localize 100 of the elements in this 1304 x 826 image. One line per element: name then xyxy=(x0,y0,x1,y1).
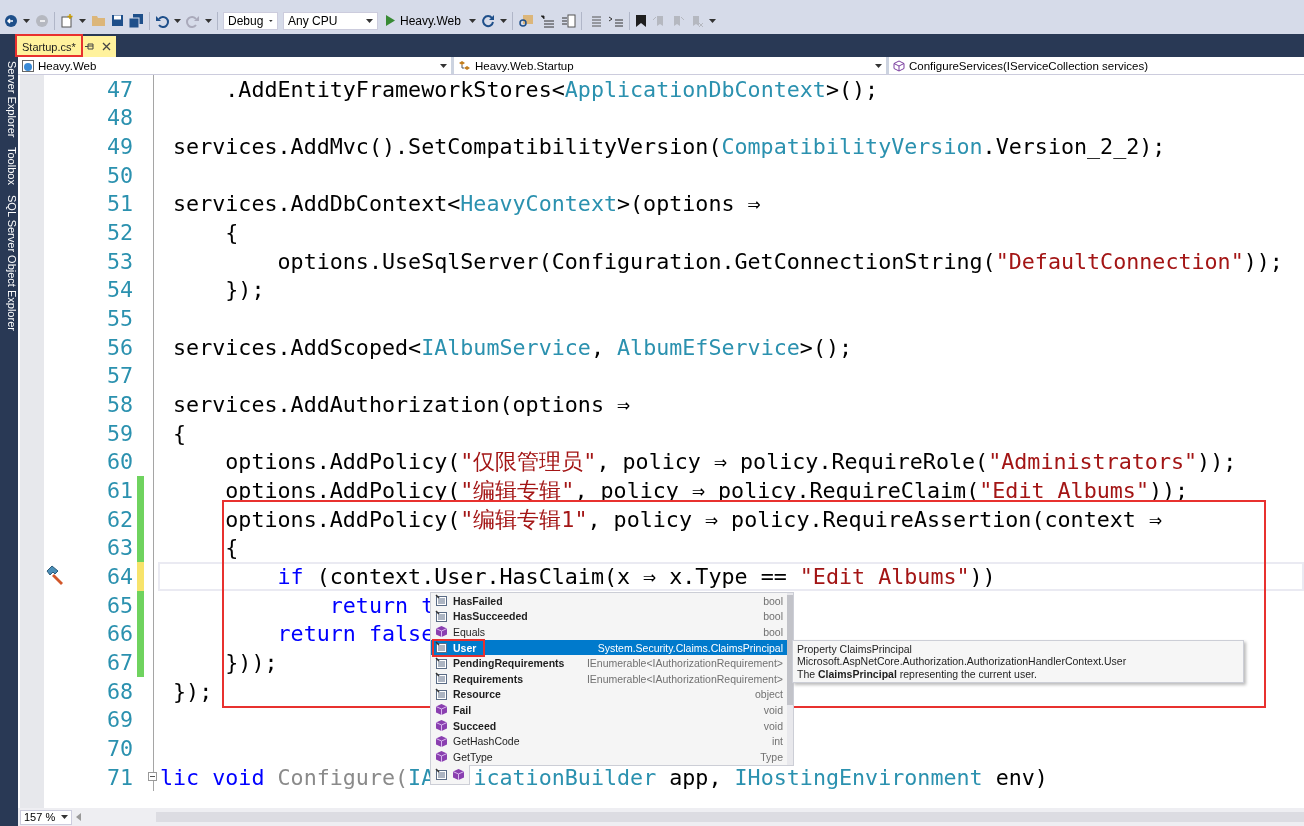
scroll-left-icon[interactable] xyxy=(76,813,82,821)
caret-icon xyxy=(875,63,882,68)
property-icon xyxy=(435,687,448,701)
line-number: 64 xyxy=(105,564,133,589)
completion-item[interactable]: User System.Security.Claims.ClaimsPrincipal xyxy=(431,639,787,656)
completion-item[interactable]: GetHashCode int xyxy=(431,733,787,749)
refresh-icon[interactable] xyxy=(480,13,495,28)
line-number: 71 xyxy=(105,764,133,790)
type-dropdown[interactable]: Heavy.Web.Startup xyxy=(454,57,889,74)
cube-icon xyxy=(435,734,448,748)
line-number: 57 xyxy=(105,363,133,389)
line-number: 54 xyxy=(105,277,133,303)
line-number: 51 xyxy=(105,191,133,217)
line-number: 66 xyxy=(105,621,133,647)
property-icon xyxy=(435,609,448,623)
platform-dropdown[interactable]: Any CPU xyxy=(283,11,378,30)
line-number: 65 xyxy=(105,592,133,618)
code-line: }); xyxy=(172,678,213,704)
close-icon[interactable] xyxy=(101,42,111,51)
completion-item[interactable]: PendingRequirements IEnumerable<IAuthorizationRequirement> xyxy=(431,655,787,671)
indent-icon[interactable] xyxy=(538,13,555,28)
code-line: services.AddAuthorization(options ⇒ xyxy=(172,392,631,418)
code-line: options.AddPolicy("仅限管理员", policy ⇒ policy.RequireRole("Administrators")); xyxy=(224,448,1237,477)
line-number: 68 xyxy=(105,678,133,704)
start-button[interactable]: Heavy.Web xyxy=(383,13,464,28)
completion-item[interactable]: Equals bool xyxy=(431,624,787,640)
line-number: 61 xyxy=(105,478,133,503)
caret-icon xyxy=(499,18,507,23)
code-line: icationBuilder app, IHostingEnvironment env) xyxy=(473,764,1048,790)
completion-item[interactable]: Resource object xyxy=(431,686,787,703)
property-icon xyxy=(435,767,448,781)
property-icon xyxy=(435,672,448,686)
line-number: 70 xyxy=(105,735,133,761)
tooltip-description: The ClaimsPrincipal representing the current user. xyxy=(797,668,1038,680)
line-number: 62 xyxy=(105,506,133,532)
code-line: .AddEntityFrameworkStores<ApplicationDbContext>(); xyxy=(224,76,879,102)
cube-icon xyxy=(452,767,465,781)
code-line: { xyxy=(172,420,187,446)
undo-icon[interactable] xyxy=(155,13,169,28)
line-number: 56 xyxy=(105,334,133,360)
completion-item[interactable]: HasFailed bool xyxy=(431,593,787,609)
code-line: }); xyxy=(224,277,265,303)
line-number: 69 xyxy=(105,707,133,733)
line-number: 55 xyxy=(105,306,133,332)
code-line: if (context.User.HasClaim(x ⇒ x.Type == "Edit Albums")) xyxy=(276,564,996,589)
line-number: 50 xyxy=(105,162,133,188)
line-number: 48 xyxy=(105,105,133,131)
code-line: options.AddPolicy("编辑专辑1", policy ⇒ policy.RequireAssertion(context ⇒ xyxy=(224,505,1162,534)
save-icon[interactable] xyxy=(111,14,124,27)
outdent-icon[interactable] xyxy=(559,13,576,28)
completion-item[interactable]: Requirements IEnumerable<IAuthorizationRequirement> xyxy=(431,670,787,687)
line-number: 49 xyxy=(105,134,133,160)
back-icon[interactable] xyxy=(4,13,18,28)
scrollbar[interactable] xyxy=(787,593,793,765)
caret-icon xyxy=(174,18,181,23)
find-icon[interactable] xyxy=(517,13,534,28)
cube-icon xyxy=(893,59,905,72)
code-line: { xyxy=(224,535,239,561)
line-number: 52 xyxy=(105,220,133,246)
code-line: })); xyxy=(224,649,278,675)
collapse-icon[interactable] xyxy=(148,771,157,781)
cube-icon xyxy=(435,625,448,639)
caret-icon xyxy=(366,18,373,23)
property-icon xyxy=(435,641,448,655)
caret-icon xyxy=(440,63,447,68)
cube-icon xyxy=(435,750,448,764)
completion-item[interactable]: Fail void xyxy=(431,702,787,718)
zoom-dropdown[interactable]: 157 % xyxy=(20,809,72,825)
play-icon xyxy=(386,15,395,26)
configuration-dropdown[interactable]: Debug xyxy=(223,11,278,30)
side-panel-tab[interactable]: SQL Server Object Explorer xyxy=(0,195,18,332)
line-number: 63 xyxy=(105,535,133,561)
cube-icon xyxy=(435,703,448,717)
line-number: 53 xyxy=(105,248,133,274)
code-line: options.UseSqlServer(Configuration.GetConnectionString("DefaultConnection")); xyxy=(276,248,1283,274)
completion-item[interactable]: HasSucceeded bool xyxy=(431,608,787,625)
caret-icon xyxy=(205,18,212,23)
caret-icon xyxy=(708,18,716,23)
caret-icon xyxy=(468,18,476,23)
side-panel-tab[interactable]: Toolbox xyxy=(0,147,18,186)
completion-item[interactable]: GetType Type xyxy=(431,748,787,765)
cube-icon xyxy=(435,719,448,733)
caret-icon xyxy=(23,18,30,23)
completion-item[interactable]: Succeed void xyxy=(431,717,787,734)
bookmark-icon[interactable] xyxy=(634,13,647,28)
hammer-icon[interactable] xyxy=(44,565,66,588)
document-tab[interactable]: Startup.cs* xyxy=(16,36,116,57)
line-number: 60 xyxy=(105,449,133,475)
property-icon xyxy=(435,656,448,670)
code-line: { xyxy=(224,220,239,246)
line-number: 59 xyxy=(105,420,133,446)
pin-icon[interactable] xyxy=(84,42,94,51)
line-number: 58 xyxy=(105,392,133,418)
member-dropdown[interactable]: ConfigureServices(IServiceCollection services) xyxy=(889,57,1304,74)
side-panel-tab[interactable]: Server Explorer xyxy=(0,61,18,138)
save-all-icon[interactable] xyxy=(129,13,144,28)
new-item-icon[interactable] xyxy=(60,13,74,28)
caret-icon xyxy=(61,815,68,819)
class-icon xyxy=(458,59,471,72)
code-line: services.AddScoped<IAlbumService, AlbumEfService>(); xyxy=(172,334,853,360)
